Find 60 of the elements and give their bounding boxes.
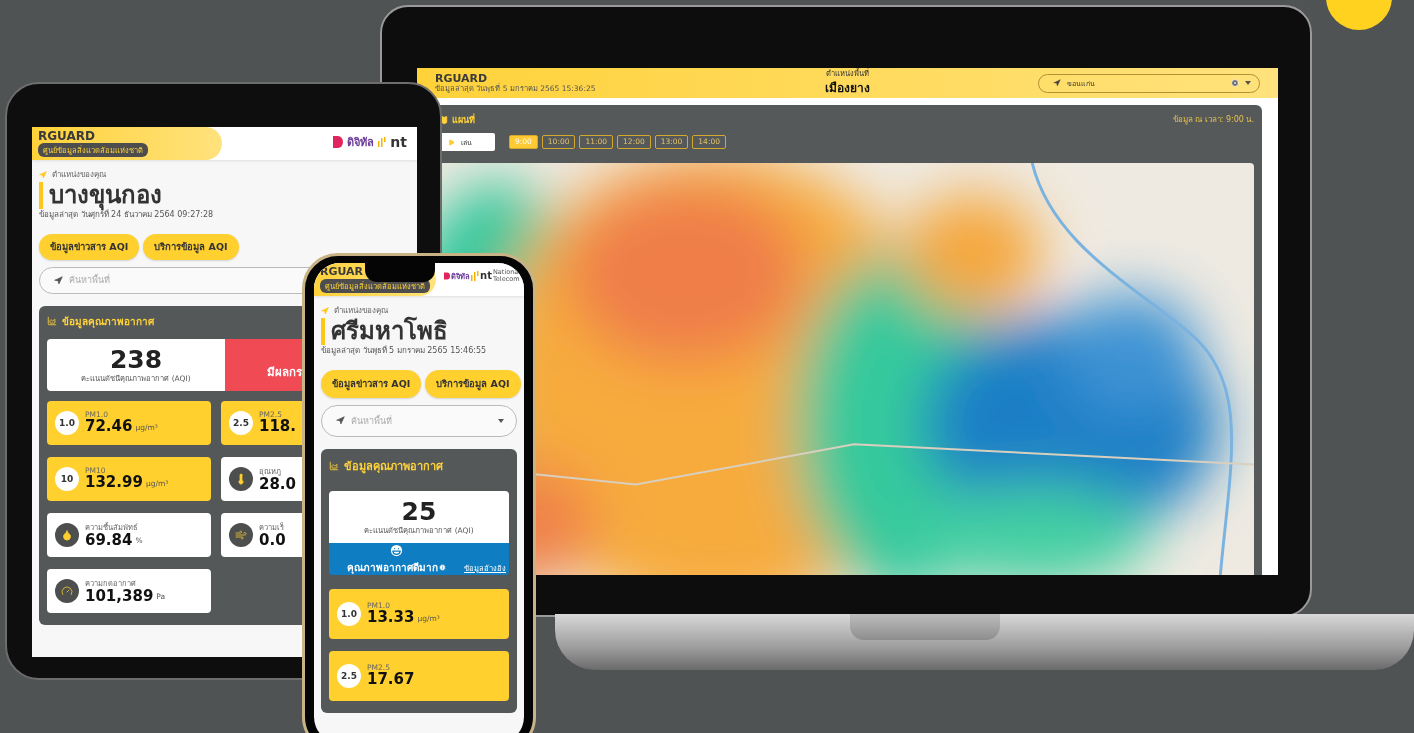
aqi-button[interactable]: ข้อมูลข่าวสาร AQI — [321, 369, 422, 398]
chart-icon — [329, 460, 339, 471]
tile-value: 72.46 — [85, 419, 133, 436]
logo-mark-icon — [444, 271, 451, 280]
drop-icon — [61, 528, 73, 541]
pm-badge: 2.5 — [229, 410, 253, 435]
aqi-button[interactable]: บริการข้อมูล AQI — [425, 369, 521, 398]
tile-value: 132.99 — [85, 475, 143, 492]
location-arrow-icon — [336, 416, 345, 426]
thermometer-icon — [235, 472, 247, 485]
caret-icon[interactable] — [1245, 81, 1251, 85]
location-arrow-icon — [1053, 79, 1061, 87]
panel-title: แผนที่ — [452, 113, 475, 127]
search-field[interactable]: ค้นหาพื้นที่ — [321, 404, 517, 437]
signal-bars-icon — [471, 270, 480, 281]
brand-name: RGUARD — [38, 129, 95, 143]
tile-value: 17.67 — [367, 672, 415, 689]
location-label: ตำแหน่งของคุณ — [334, 306, 388, 315]
status-text: มีผลกร — [267, 363, 302, 381]
pm-badge: 1.0 — [55, 410, 79, 435]
tile-value: 69.84 — [85, 532, 133, 549]
updated-time: ข้อมูลล่าสุด วันศุกร์ที่ 24 ธันวาคม 2564 09:27:28 — [39, 210, 215, 220]
location-name: บางขุนกอง — [39, 181, 410, 210]
gauge-icon — [61, 584, 73, 597]
location-label: ตำแหน่งของคุณ — [52, 170, 106, 180]
play-icon — [448, 138, 455, 146]
tile-value: 0.0 — [259, 532, 286, 549]
location-arrow-icon — [39, 170, 47, 179]
pm-badge: 1.0 — [337, 601, 361, 626]
brand-name: RGUARD — [435, 72, 488, 85]
wind-icon — [235, 528, 247, 541]
clear-icon[interactable] — [1231, 79, 1239, 87]
tile-value: 118. — [259, 419, 296, 436]
tile-value: 101,389 — [85, 588, 154, 605]
aqi-value: 25 — [401, 498, 437, 524]
location-arrow-icon — [321, 306, 329, 315]
logo-mark-icon — [333, 136, 344, 148]
caret-icon[interactable] — [498, 418, 504, 423]
logo-text: ดิจิทัล — [347, 135, 375, 151]
pm-badge: 10 — [55, 466, 79, 491]
signal-bars-icon — [378, 137, 387, 147]
updated-time: ข้อมูลล่าสุด วันพุธที่ 5 มกราคม 2565 15:46:55 — [321, 346, 488, 356]
aqi-button[interactable]: บริการข้อมูล AQI — [143, 233, 239, 260]
location-arrow-icon — [54, 275, 63, 285]
pm-badge: 2.5 — [337, 663, 361, 688]
logo-text: nt — [390, 134, 407, 150]
chart-icon — [47, 316, 57, 327]
status-text: คุณภาพอากาศดีมาก — [346, 560, 438, 575]
tile-value: 13.33 — [367, 610, 415, 627]
data-time: ข้อมูล ณ เวลา: 9:00 น. — [1172, 115, 1254, 125]
aqi-button[interactable]: ข้อมูลข่าวสาร AQI — [39, 233, 140, 260]
logo-text: nt — [480, 270, 492, 281]
phone-notch — [365, 263, 435, 282]
panel-title: ข้อมูลคุณภาพอากาศ — [344, 458, 443, 475]
panel-title: ข้อมูลคุณภาพอากาศ — [62, 314, 154, 329]
aqi-value: 238 — [109, 346, 163, 372]
tile-value: 28.0 — [259, 476, 296, 493]
brand-name: RGUAR — [320, 266, 364, 278]
info-icon[interactable] — [438, 563, 446, 571]
area-name: เมืองยาง — [825, 80, 870, 97]
